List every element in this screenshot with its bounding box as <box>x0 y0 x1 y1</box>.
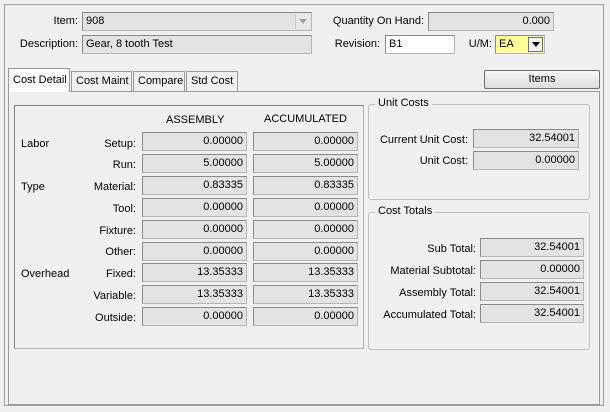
fixture-label: Fixture: <box>99 225 136 237</box>
revision-field[interactable]: B1 <box>385 35 455 54</box>
sub-total-label: Sub Total: <box>427 243 476 255</box>
outside-assembly-field: 0.00000 <box>142 307 247 326</box>
fixed-assembly-field: 13.35333 <box>142 263 247 282</box>
um-value: EA <box>499 38 514 50</box>
tool-accumulated-field: 0.00000 <box>253 198 358 217</box>
fixture-assembly-field: 0.00000 <box>142 220 247 239</box>
chevron-down-icon <box>531 42 540 47</box>
run-assembly-field: 5.00000 <box>142 154 247 173</box>
current-unit-cost-label: Current Unit Cost: <box>379 134 468 146</box>
material-assembly-field: 0.83335 <box>142 176 247 195</box>
item-dropdown-button[interactable] <box>295 14 310 29</box>
variable-accumulated-field: 13.35333 <box>253 285 358 304</box>
um-dropdown-button[interactable] <box>528 37 543 52</box>
col-accumulated-header: ACCUMULATED <box>264 113 347 125</box>
chevron-down-icon <box>299 19 307 24</box>
item-label: Item: <box>53 15 78 27</box>
cost-totals-title: Cost Totals <box>375 205 436 217</box>
material-label: Material: <box>93 181 136 193</box>
variable-label: Variable: <box>93 290 136 302</box>
items-button[interactable]: Items <box>484 70 600 89</box>
unit-cost-field: 0.00000 <box>473 151 579 170</box>
col-assembly-header: ASSEMBLY <box>166 114 225 126</box>
run-label: Run: <box>112 159 136 171</box>
material-subtotal-field: 0.00000 <box>480 260 584 279</box>
fixture-accumulated-field: 0.00000 <box>253 220 358 239</box>
unit-cost-label: Unit Cost: <box>419 155 468 167</box>
qoh-field: 0.000 <box>428 12 554 31</box>
accumulated-total-label: Accumulated Total: <box>383 309 476 321</box>
tab-std-cost[interactable]: Std Cost <box>186 71 238 91</box>
fixed-accumulated-field: 13.35333 <box>253 263 358 282</box>
other-accumulated-field: 0.00000 <box>253 242 358 261</box>
description-field[interactable]: Gear, 8 tooth Test <box>82 35 312 54</box>
assembly-total-label: Assembly Total: <box>399 287 476 299</box>
item-value: 908 <box>86 15 105 27</box>
current-unit-cost-field: 32.54001 <box>473 129 579 148</box>
setup-label: Setup: <box>104 138 136 150</box>
cost-totals-group: Cost Totals <box>368 205 590 350</box>
run-accumulated-field: 5.00000 <box>253 154 358 173</box>
um-select[interactable]: EA <box>495 35 545 54</box>
variable-assembly-field: 13.35333 <box>142 285 247 304</box>
tab-compare[interactable]: Compare <box>133 71 185 91</box>
overhead-group-label: Overhead <box>21 268 70 280</box>
outside-accumulated-field: 0.00000 <box>253 307 358 326</box>
tab-cost-detail[interactable]: Cost Detail <box>8 68 70 92</box>
setup-assembly-field: 0.00000 <box>142 132 247 151</box>
assembly-total-field: 32.54001 <box>480 282 584 301</box>
accumulated-total-field: 32.54001 <box>480 304 584 323</box>
um-label: U/M: <box>468 38 492 50</box>
material-accumulated-field: 0.83335 <box>253 176 358 195</box>
other-label: Other: <box>105 246 136 258</box>
revision-label: Revision: <box>334 38 380 50</box>
other-assembly-field: 0.00000 <box>142 242 247 261</box>
tab-cost-maint[interactable]: Cost Maint <box>71 71 132 91</box>
type-group-label: Type <box>21 181 45 193</box>
qoh-label: Quantity On Hand: <box>332 15 424 27</box>
sub-total-field: 32.54001 <box>480 238 584 257</box>
unit-costs-title: Unit Costs <box>375 97 432 109</box>
tool-assembly-field: 0.00000 <box>142 198 247 217</box>
fixed-label: Fixed: <box>106 268 136 280</box>
outside-label: Outside: <box>95 312 136 324</box>
material-subtotal-label: Material Subtotal: <box>390 265 476 277</box>
setup-accumulated-field: 0.00000 <box>253 132 358 151</box>
labor-group-label: Labor <box>21 138 50 150</box>
tool-label: Tool: <box>112 203 136 215</box>
item-combo[interactable]: 908 <box>82 12 312 31</box>
description-label: Description: <box>19 38 78 50</box>
